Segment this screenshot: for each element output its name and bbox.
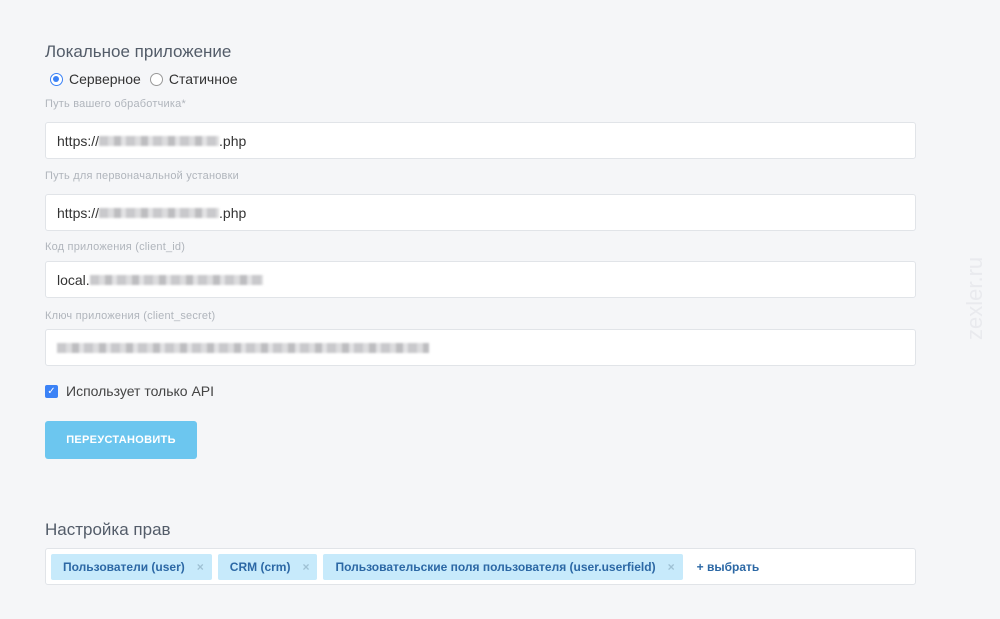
radio-label: Серверное [69,71,141,87]
api-only-checkbox[interactable]: ✓ Использует только API [45,383,214,399]
tag-user: Пользователи (user) × [51,553,212,580]
value-suffix: .php [219,204,247,221]
tag-label: Пользовательские поля пользователя (user… [335,559,656,574]
tag-label: Пользователи (user) [63,559,185,574]
tag-label: CRM (crm) [229,559,291,574]
install-path-label: Путь для первоначальной установки [45,170,239,182]
radio-unchecked-icon [149,72,163,86]
radio-checked-icon [50,72,63,86]
remove-tag-icon[interactable]: × [197,560,204,574]
client-secret-label: Ключ приложения (client_secret) [45,310,216,322]
checkbox-label: Использует только API [66,383,215,399]
value-prefix: local. [57,271,90,288]
tag-crm: CRM (crm) × [217,553,318,580]
client-id-input[interactable]: local. [45,261,916,298]
section-title: Локальное приложение [45,42,232,61]
radio-server[interactable]: Серверное [50,71,141,87]
app-type-radio-group: Серверное Статичное [50,71,247,87]
app-settings-panel: Локальное приложение Серверное Статичное… [0,0,1000,619]
checkbox-checked-icon: ✓ [45,384,58,398]
redacted-value [57,342,429,353]
radio-static[interactable]: Статичное [149,71,238,87]
rights-title: Настройка прав [45,520,171,539]
handler-path-label: Путь вашего обработчика* [45,98,186,110]
client-id-label: Код приложения (client_id) [45,241,186,253]
client-secret-input[interactable] [45,329,916,366]
redacted-value [99,207,220,218]
rights-tag-input[interactable]: Пользователи (user) × CRM (crm) × Пользова… [45,548,916,585]
redacted-value [99,135,220,146]
tag-user-userfield: Пользовательские поля пользователя (user… [323,553,683,580]
watermark: zexler.ru [962,256,987,340]
redacted-value [89,274,263,285]
reinstall-button[interactable]: ПЕРЕУСТАНОВИТЬ [45,421,197,459]
radio-label: Статичное [168,71,238,87]
value-prefix: https:// [57,204,100,221]
install-path-input[interactable]: https:// .php [45,194,916,231]
handler-path-input[interactable]: https:// .php [45,122,916,159]
remove-tag-icon[interactable]: × [668,560,675,574]
remove-tag-icon[interactable]: × [302,560,309,574]
value-suffix: .php [219,132,247,149]
value-prefix: https:// [57,132,100,149]
add-right-link[interactable]: + выбрать [697,560,760,574]
